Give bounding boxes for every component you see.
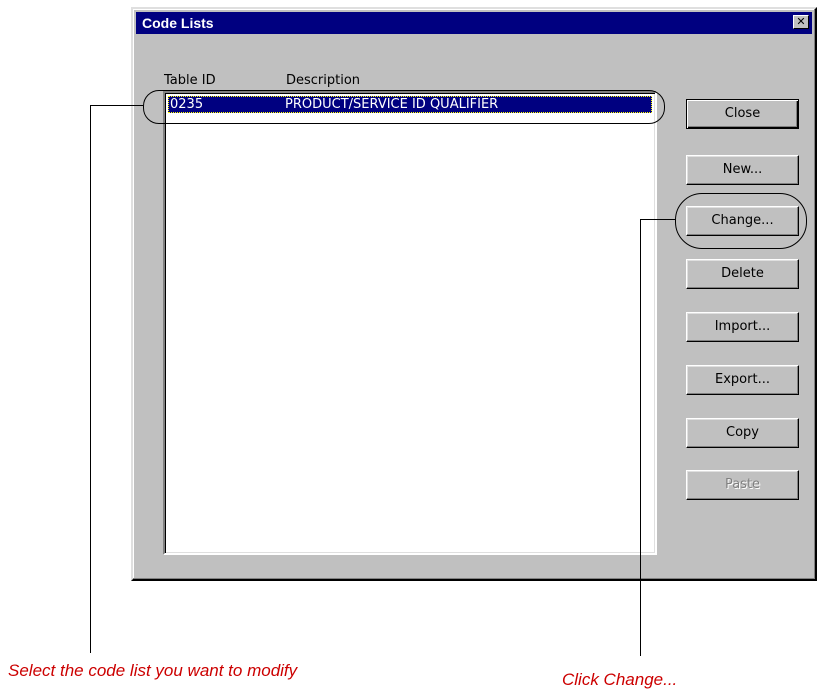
paste-button: Paste	[686, 470, 799, 500]
title-bar[interactable]: Code Lists ✕	[136, 12, 812, 34]
new-button[interactable]: New...	[686, 155, 799, 185]
export-button[interactable]: Export...	[686, 365, 799, 395]
select-code-list-caption: Select the code list you want to modify	[8, 661, 298, 680]
select-callout-leader-h	[90, 105, 143, 106]
list-item-callout-oval	[143, 90, 665, 124]
change-button-callout-oval	[675, 193, 807, 249]
dialog-title: Code Lists	[142, 15, 214, 31]
change-callout-leader-v	[640, 219, 641, 656]
code-list-listbox[interactable]: 0235 PRODUCT/SERVICE ID QUALIFIER	[163, 91, 657, 555]
copy-button[interactable]: Copy	[686, 418, 799, 448]
select-callout-leader-v	[90, 105, 91, 653]
delete-button[interactable]: Delete	[686, 259, 799, 289]
column-header-description[interactable]: Description	[286, 73, 360, 88]
click-change-caption: Click Change...	[562, 670, 678, 689]
import-button[interactable]: Import...	[686, 312, 799, 342]
close-icon[interactable]: ✕	[793, 15, 809, 29]
change-callout-leader-h	[640, 219, 675, 220]
close-button[interactable]: Close	[686, 99, 799, 129]
column-header-table-id[interactable]: Table ID	[164, 73, 216, 88]
